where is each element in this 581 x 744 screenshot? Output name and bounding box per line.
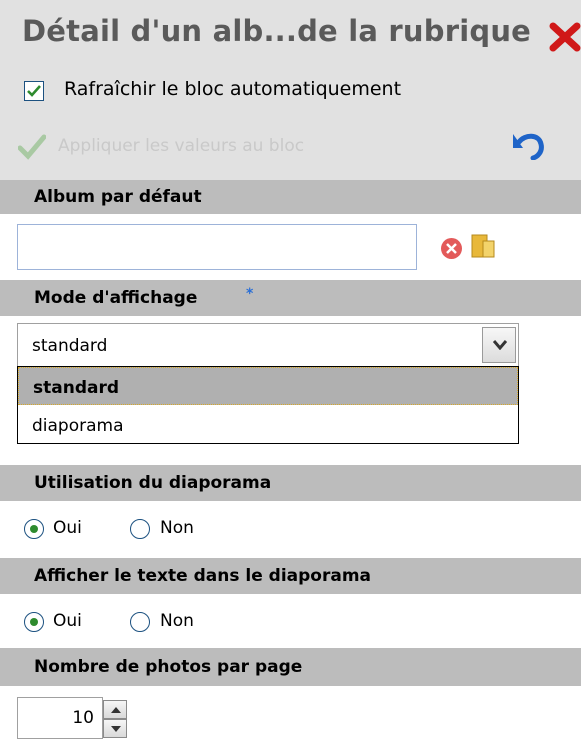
spin-up-icon[interactable] (103, 700, 127, 719)
mode-select[interactable]: standard (17, 323, 519, 367)
spin-down-icon[interactable] (103, 719, 127, 738)
diaporama-text-non-label: Non (160, 611, 194, 631)
diaporama-text-oui-label: Oui (53, 611, 82, 631)
diaporama-text-non-radio[interactable] (130, 612, 150, 632)
diaporama-use-non-radio[interactable] (130, 519, 150, 539)
diaporama-use-oui-label: Oui (53, 518, 82, 538)
mode-dropdown-list: standard diaporama (17, 366, 519, 444)
auto-refresh-label: Rafraîchir le bloc automatiquement (64, 78, 402, 100)
section-diaporama-text-label: Afficher le texte dans le diaporama (34, 566, 372, 586)
section-photos-per-page-label: Nombre de photos par page (34, 657, 303, 677)
diaporama-text-oui-radio[interactable] (24, 612, 44, 632)
checkmark-icon (27, 85, 41, 97)
section-album-label: Album par défaut (34, 187, 202, 207)
section-diaporama-text: Afficher le texte dans le diaporama (0, 558, 581, 594)
section-photos-per-page: Nombre de photos par page (0, 648, 581, 686)
diaporama-use-oui-radio[interactable] (24, 519, 44, 539)
folder-icon[interactable] (471, 231, 495, 259)
mode-select-value: standard (32, 336, 108, 356)
undo-icon[interactable] (511, 130, 547, 161)
photos-per-page-value: 10 (72, 708, 94, 728)
chevron-down-icon[interactable] (482, 327, 516, 363)
panel-header: Détail d'un alb...de la rubrique Rafraîc… (0, 0, 581, 180)
clear-icon[interactable] (440, 237, 463, 260)
mode-option-standard[interactable]: standard (18, 367, 518, 405)
apply-values-button[interactable]: Appliquer les valeurs au bloc (58, 136, 304, 156)
section-mode-label: Mode d'affichage (34, 288, 198, 308)
close-icon[interactable] (548, 22, 581, 52)
diaporama-use-non-label: Non (160, 518, 194, 538)
section-diaporama-use: Utilisation du diaporama (0, 465, 581, 501)
photos-per-page-input[interactable]: 10 (17, 697, 103, 739)
section-mode: Mode d'affichage * (0, 280, 581, 316)
auto-refresh-checkbox[interactable] (24, 81, 44, 101)
section-diaporama-use-label: Utilisation du diaporama (34, 473, 272, 493)
apply-check-icon[interactable] (17, 134, 47, 160)
album-input[interactable] (17, 224, 417, 270)
required-mark: * (246, 286, 254, 302)
panel-title: Détail d'un alb...de la rubrique (22, 14, 532, 48)
section-album: Album par défaut (0, 180, 581, 214)
mode-option-diaporama[interactable]: diaporama (18, 406, 518, 444)
